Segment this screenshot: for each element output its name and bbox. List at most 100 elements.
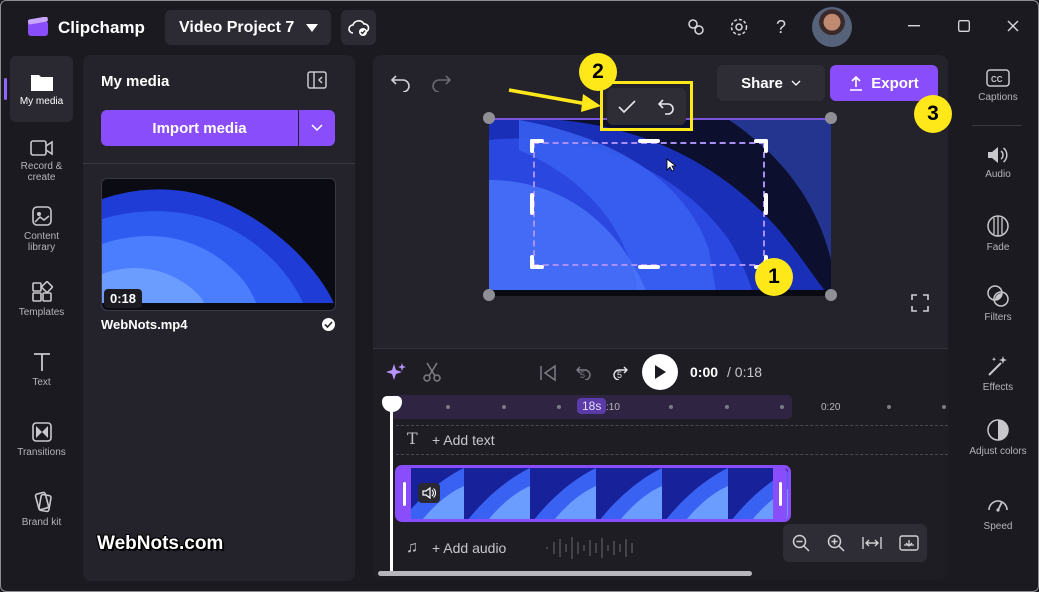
svg-text:CC: CC: [991, 75, 1003, 84]
forward-seconds: 5: [617, 370, 623, 380]
ruler-tick: [669, 405, 673, 409]
sparkle-icon[interactable]: [386, 362, 406, 382]
rail-item-adjust-colors[interactable]: Adjust colors: [968, 418, 1028, 457]
clip-volume-icon[interactable]: [418, 483, 440, 503]
export-button[interactable]: Export: [830, 65, 938, 101]
checkmark-icon: [322, 318, 335, 331]
resize-handle[interactable]: [825, 112, 837, 124]
connect-icon[interactable]: [684, 15, 708, 39]
fullscreen-icon[interactable]: [911, 294, 929, 312]
brand-kit-icon: [34, 491, 52, 512]
ruler-tick: [887, 405, 891, 409]
speaker-icon: [988, 147, 1008, 163]
nav-item-text[interactable]: Text: [10, 336, 73, 402]
import-options-button[interactable]: [299, 110, 335, 146]
undo-icon[interactable]: [390, 72, 412, 92]
rail-label: Speed: [983, 521, 1013, 532]
crop-selection[interactable]: [533, 142, 765, 266]
project-name-dropdown[interactable]: Video Project 7: [165, 10, 331, 45]
ruler-label: :10: [606, 402, 620, 413]
rail-item-fade[interactable]: Fade: [968, 214, 1028, 253]
watermark: WebNots.com: [97, 533, 224, 554]
import-media-button[interactable]: Import media: [101, 110, 298, 146]
zoom-out-icon[interactable]: [792, 534, 810, 552]
crop-toolbar: [607, 88, 686, 125]
upload-icon: [850, 75, 863, 91]
crop-handle-top[interactable]: [638, 139, 660, 143]
playhead[interactable]: [390, 405, 393, 571]
ruler-tick: [725, 405, 729, 409]
ruler-tick: [942, 405, 946, 409]
nav-item-templates[interactable]: Templates: [10, 266, 73, 332]
fit-to-width-icon[interactable]: [861, 536, 882, 550]
rail-item-speed[interactable]: Speed: [968, 493, 1028, 532]
mouse-cursor-icon: [666, 158, 676, 172]
speed-icon: [988, 500, 1008, 512]
total-time: / 0:18: [727, 364, 763, 380]
add-audio-button[interactable]: + Add audio: [432, 540, 506, 556]
nav-label: Content library: [23, 231, 60, 253]
text-track-icon: T: [407, 429, 418, 448]
rail-item-captions[interactable]: CC Captions: [968, 68, 1028, 103]
captions-icon: CC: [986, 69, 1010, 87]
cloud-sync-button[interactable]: [341, 10, 376, 45]
rail-label: Filters: [984, 312, 1012, 323]
scissors-icon[interactable]: [422, 361, 442, 383]
music-note-icon: ♫: [406, 539, 418, 556]
crop-handle-left[interactable]: [530, 193, 534, 215]
nav-item-content-library[interactable]: Content library: [10, 196, 73, 262]
nav-item-brand-kit[interactable]: Brand kit: [10, 476, 73, 542]
effects-icon: [988, 356, 1007, 376]
callout-1: 1: [755, 258, 793, 296]
expand-timeline-icon[interactable]: [898, 535, 919, 551]
help-icon[interactable]: ?: [769, 15, 793, 39]
video-clip[interactable]: [395, 465, 791, 522]
clip-trim-right-handle[interactable]: [773, 467, 787, 520]
clipchamp-logo-icon: [27, 17, 48, 36]
nav-label: Record & create: [20, 161, 63, 183]
maximize-icon[interactable]: [949, 12, 979, 40]
clip-trim-left-handle[interactable]: [397, 467, 411, 520]
nav-label: Templates: [18, 306, 65, 318]
library-icon: [31, 206, 52, 226]
adjust-colors-icon: [987, 419, 1009, 441]
crop-handle-bottom[interactable]: [638, 265, 660, 269]
collapse-panel-icon[interactable]: [307, 71, 327, 89]
play-button[interactable]: [642, 354, 678, 390]
timeline-scrollbar[interactable]: [378, 571, 752, 576]
zoom-in-icon[interactable]: [827, 534, 845, 552]
rail-item-filters[interactable]: Filters: [968, 284, 1028, 323]
user-avatar[interactable]: [812, 7, 852, 47]
nav-item-record-create[interactable]: Record & create: [10, 128, 73, 194]
resize-handle[interactable]: [483, 289, 495, 301]
reset-crop-icon[interactable]: [657, 98, 675, 115]
nav-item-my-media[interactable]: My media: [10, 56, 73, 122]
text-icon: [33, 352, 50, 371]
callout-2: 2: [579, 53, 617, 91]
resize-handle[interactable]: [825, 289, 837, 301]
redo-icon[interactable]: [430, 72, 452, 92]
resize-handle[interactable]: [483, 112, 495, 124]
rail-label: Fade: [986, 242, 1010, 253]
minimize-icon[interactable]: [899, 12, 929, 40]
rail-item-audio[interactable]: Audio: [968, 145, 1028, 180]
crop-handle-top-left[interactable]: [530, 139, 534, 153]
settings-icon[interactable]: [727, 15, 751, 39]
media-panel-title: My media: [101, 73, 170, 90]
skip-to-start-icon[interactable]: [536, 361, 560, 385]
nav-item-transitions[interactable]: Transitions: [10, 406, 73, 472]
crop-handle-top-right[interactable]: [764, 139, 768, 153]
close-icon[interactable]: [998, 12, 1028, 40]
add-text-button[interactable]: + Add text: [432, 432, 495, 448]
share-button[interactable]: Share: [717, 65, 825, 101]
panel-divider: [83, 163, 355, 164]
rail-item-effects[interactable]: Effects: [968, 354, 1028, 393]
crop-handle-right[interactable]: [764, 193, 768, 215]
crop-handle-bottom-left[interactable]: [530, 255, 534, 269]
ruler-tick: [502, 405, 506, 409]
rail-label: Effects: [982, 382, 1014, 393]
nav-label: Text: [32, 376, 51, 388]
filters-icon: [987, 285, 1009, 307]
ruler-tick: [446, 405, 450, 409]
confirm-check-icon[interactable]: [618, 99, 636, 114]
